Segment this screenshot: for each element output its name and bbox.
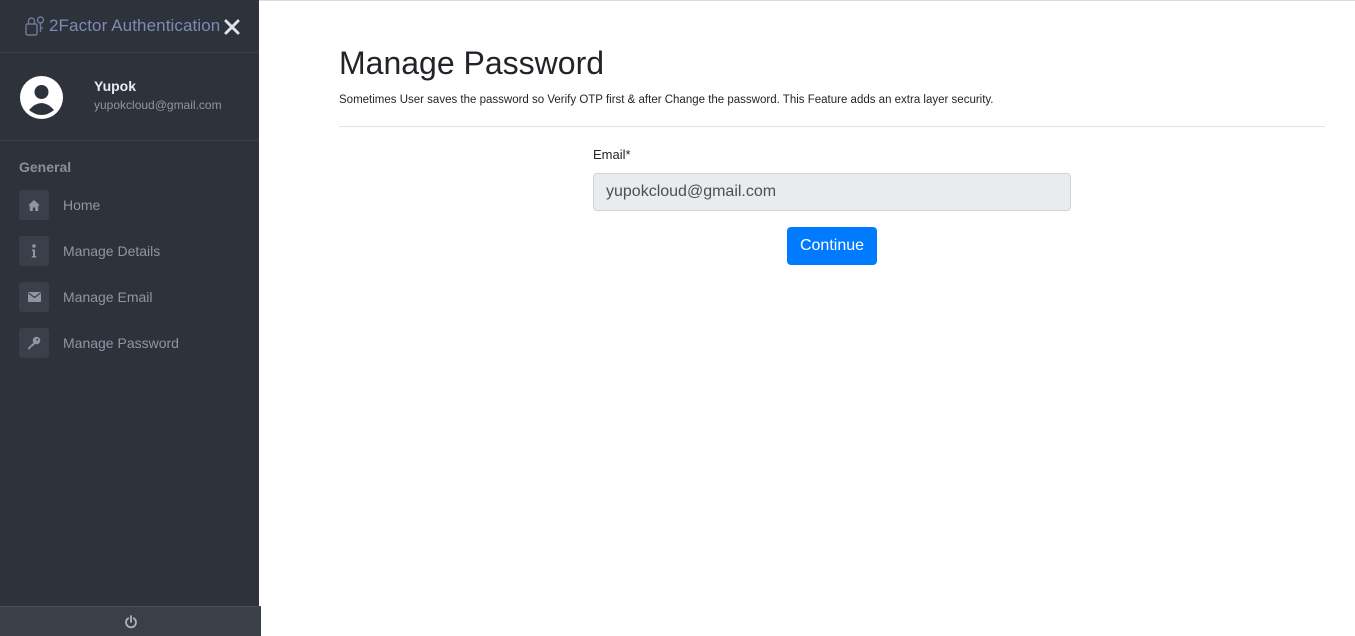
sidebar-item-label: Manage Email <box>63 289 153 305</box>
sidebar-nav: Home Manage Details Manage Email Manage … <box>19 190 259 374</box>
divider <box>339 126 1325 127</box>
sidebar: 2Factor Authentication Yupok yupokcloud@… <box>0 0 259 636</box>
home-icon <box>19 190 49 220</box>
envelope-icon <box>19 282 49 312</box>
sidebar-item-manage-details[interactable]: Manage Details <box>19 236 259 266</box>
key-icon <box>19 328 49 358</box>
sidebar-item-home[interactable]: Home <box>19 190 259 220</box>
email-label: Email* <box>593 147 631 162</box>
top-border <box>259 0 1355 1</box>
profile-name: Yupok <box>94 78 137 94</box>
sidebar-item-manage-email[interactable]: Manage Email <box>19 282 259 312</box>
user-profile: Yupok yupokcloud@gmail.com <box>0 53 259 141</box>
continue-button[interactable]: Continue <box>787 227 877 265</box>
info-icon <box>19 236 49 266</box>
lock-key-icon <box>25 16 45 36</box>
power-icon <box>124 614 137 628</box>
close-icon[interactable] <box>223 18 241 36</box>
nav-section-title: General <box>19 159 72 175</box>
sidebar-item-manage-password[interactable]: Manage Password <box>19 328 259 358</box>
brand-header: 2Factor Authentication <box>0 0 259 53</box>
page-description: Sometimes User saves the password so Ver… <box>339 94 994 106</box>
profile-email: yupokcloud@gmail.com <box>94 98 222 112</box>
brand-title: 2Factor Authentication <box>49 16 221 35</box>
user-avatar-icon <box>20 76 63 119</box>
page-title: Manage Password <box>339 45 605 81</box>
email-field[interactable] <box>593 173 1071 211</box>
sidebar-item-label: Manage Password <box>63 335 179 351</box>
logout-button[interactable] <box>0 606 261 636</box>
sidebar-item-label: Manage Details <box>63 243 161 259</box>
sidebar-item-label: Home <box>63 197 101 213</box>
